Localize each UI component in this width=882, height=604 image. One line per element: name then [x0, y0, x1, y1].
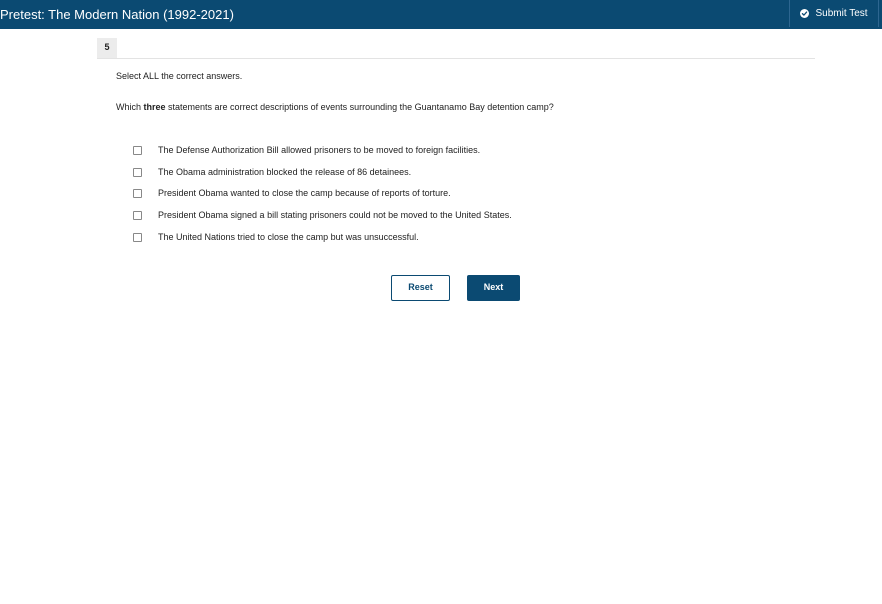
answer-option-label[interactable]: The Obama administration blocked the rel… — [158, 167, 411, 177]
top-bar: Pretest: The Modern Nation (1992-2021) S… — [0, 0, 882, 29]
answer-checkbox[interactable] — [133, 188, 142, 198]
answer-option[interactable]: The Obama administration blocked the rel… — [133, 165, 411, 179]
answer-option[interactable]: The Defense Authorization Bill allowed p… — [133, 143, 480, 157]
question-header: 5 — [97, 38, 815, 59]
reset-button[interactable]: Reset — [391, 275, 450, 301]
question-number: 5 — [97, 38, 117, 58]
submit-test-button[interactable]: Submit Test — [789, 0, 879, 27]
answer-checkbox[interactable] — [133, 167, 142, 177]
answer-option[interactable]: President Obama signed a bill stating pr… — [133, 208, 512, 222]
question-prompt-suffix: statements are correct descriptions of e… — [165, 102, 554, 112]
answer-option-label[interactable]: President Obama wanted to close the camp… — [158, 188, 451, 198]
answer-option-label[interactable]: President Obama signed a bill stating pr… — [158, 210, 512, 220]
question-instruction: Select ALL the correct answers. — [116, 71, 243, 81]
question-prompt: Which three statements are correct descr… — [116, 102, 554, 112]
answer-checkbox[interactable] — [133, 210, 142, 220]
answer-option-label[interactable]: The United Nations tried to close the ca… — [158, 232, 419, 242]
submit-test-label: Submit Test — [815, 8, 868, 19]
answer-checkbox[interactable] — [133, 145, 142, 155]
answer-option-label[interactable]: The Defense Authorization Bill allowed p… — [158, 145, 480, 155]
answer-checkbox[interactable] — [133, 232, 142, 242]
next-button[interactable]: Next — [467, 275, 520, 301]
answer-option[interactable]: The United Nations tried to close the ca… — [133, 230, 419, 244]
check-circle-icon — [800, 9, 810, 18]
page-title: Pretest: The Modern Nation (1992-2021) — [0, 7, 234, 22]
question-prompt-emphasis: three — [143, 102, 166, 112]
question-prompt-prefix: Which — [116, 102, 144, 112]
answer-option[interactable]: President Obama wanted to close the camp… — [133, 186, 451, 200]
